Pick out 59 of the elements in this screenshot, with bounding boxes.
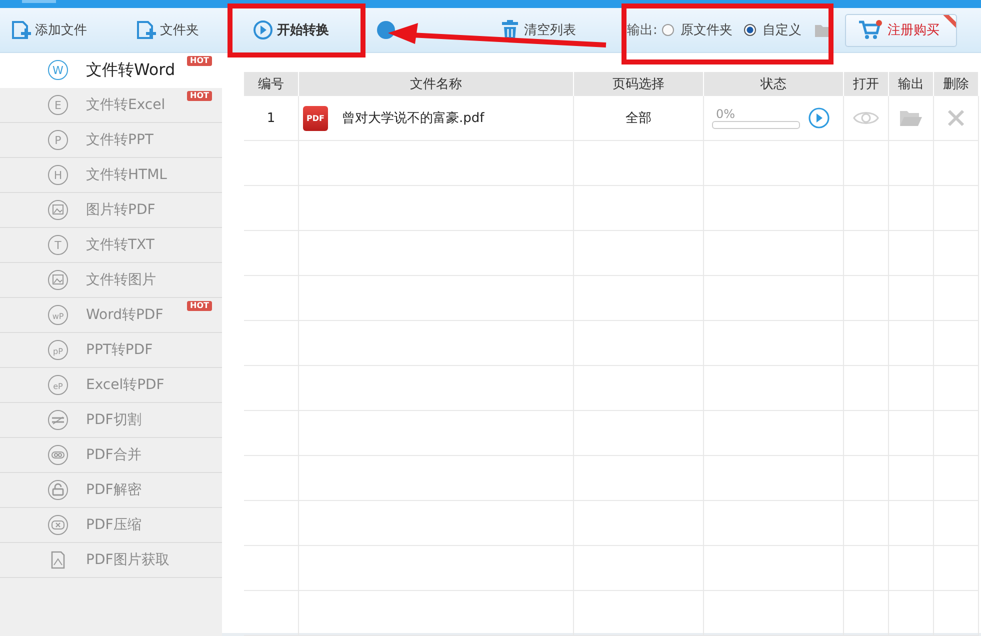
open-folder-button[interactable]: [899, 108, 923, 128]
play-icon: [252, 19, 274, 41]
column-header: 输出: [889, 72, 934, 96]
column-header: 页码选择: [574, 72, 704, 96]
circle-letter-icon: P: [47, 129, 69, 151]
view-button[interactable]: [853, 109, 879, 127]
circle-icon: [47, 514, 69, 536]
table-cell: 全部: [574, 96, 704, 141]
document-plus-icon: [135, 19, 157, 41]
circle-letter-icon: E: [47, 94, 69, 116]
sidebar-item[interactable]: 图片转PDF: [0, 193, 222, 228]
sidebar-item[interactable]: PDF解密: [0, 473, 222, 508]
progress-reading: 0%: [715, 107, 736, 121]
table-cell: 1: [244, 96, 299, 141]
pdf-file-icon: PDF: [303, 106, 328, 130]
column-header: 打开: [844, 72, 889, 96]
image-icon: [47, 199, 69, 221]
folder-icon: [899, 108, 923, 128]
toolbar-button[interactable]: 清空列表: [499, 12, 589, 48]
radio-option[interactable]: 原文件夹: [662, 21, 732, 39]
lock-icon: [47, 479, 69, 501]
circle-letter-icon: H: [47, 164, 69, 186]
circle-letter-icon: T: [47, 234, 69, 256]
trash-icon: [499, 19, 521, 41]
radio-option[interactable]: 自定义: [744, 21, 802, 39]
hot-badge: HOT: [187, 91, 212, 101]
circle-icon: [47, 409, 69, 431]
toolbar-button[interactable]: 开始转换: [252, 12, 352, 48]
circle-letter-icon: eP: [47, 374, 69, 396]
document-plus-icon: [10, 19, 32, 41]
circle-letter-icon: wP: [47, 304, 69, 326]
hot-badge: HOT: [187, 301, 212, 311]
image-icon: [47, 269, 69, 291]
circle-letter-icon: W: [47, 59, 69, 81]
file-name: 曾对大学说不的富豪.pdf: [342, 110, 484, 127]
circle-icon: [47, 444, 69, 466]
output-label: 输出:: [627, 22, 658, 39]
hot-badge: HOT: [187, 56, 212, 66]
close-icon: [947, 109, 965, 127]
sidebar-item[interactable]: wP Word转PDF HOT: [0, 298, 222, 333]
column-header: 文件名称: [299, 72, 574, 96]
sidebar-item[interactable]: E 文件转Excel HOT: [0, 88, 222, 123]
sidebar-item[interactable]: 文件转图片: [0, 263, 222, 298]
play-icon: [808, 107, 830, 129]
register-buy-button[interactable]: 注册购买: [845, 14, 958, 46]
sidebar-item[interactable]: PDF合并: [0, 438, 222, 473]
sidebar-item[interactable]: W 文件转Word HOT: [0, 53, 222, 88]
stop-icon: [375, 19, 397, 41]
sidebar-item[interactable]: PDF压缩: [0, 508, 222, 543]
column-header: 编号: [244, 72, 299, 96]
cart-icon: [858, 19, 884, 41]
column-header: 删除: [934, 72, 979, 96]
play-button[interactable]: [808, 107, 830, 129]
eye-icon: [853, 109, 879, 127]
delete-button[interactable]: [947, 109, 965, 127]
circle-letter-icon: pP: [47, 339, 69, 361]
column-header: 状态: [704, 72, 844, 96]
toolbar-button[interactable]: 添加文件: [10, 12, 122, 48]
toolbar-button[interactable]: 文件夹: [135, 12, 215, 48]
